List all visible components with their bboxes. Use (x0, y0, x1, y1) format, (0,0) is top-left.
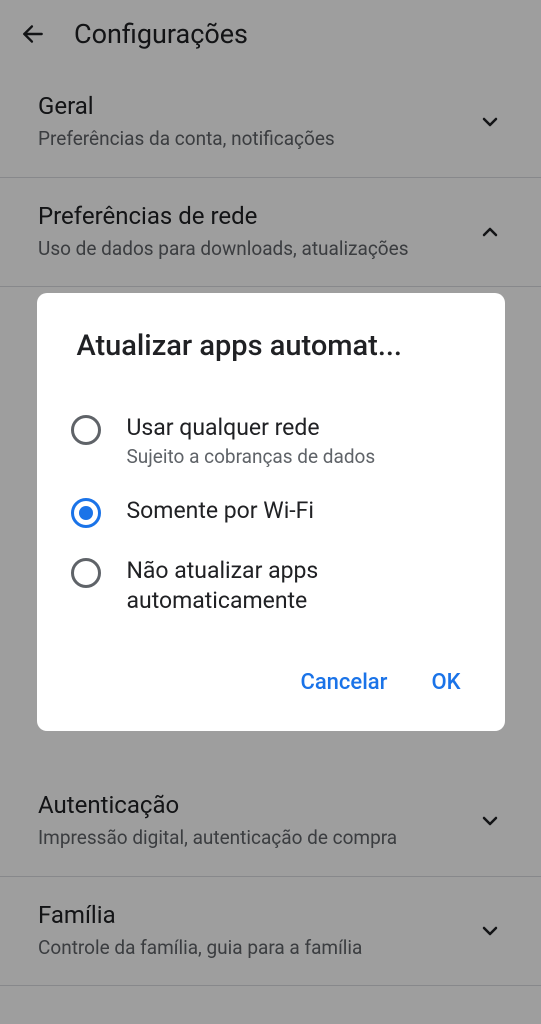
ok-button[interactable]: OK (427, 662, 464, 703)
radio-option-any-network[interactable]: Usar qualquer rede Sujeito a cobranças d… (71, 399, 471, 482)
radio-icon (71, 415, 101, 445)
radio-label: Usar qualquer rede (127, 413, 471, 443)
modal-overlay[interactable]: Atualizar apps automat... Usar qualquer … (0, 0, 541, 1024)
radio-sublabel: Sujeito a cobranças de dados (127, 445, 471, 468)
radio-option-dont-update[interactable]: Não atualizar apps automaticamente (71, 542, 471, 630)
radio-dot (79, 506, 93, 520)
radio-option-wifi-only[interactable]: Somente por Wi-Fi (71, 482, 471, 542)
radio-icon (71, 558, 101, 588)
auto-update-dialog: Atualizar apps automat... Usar qualquer … (37, 293, 505, 731)
radio-label: Não atualizar apps automaticamente (127, 556, 471, 616)
radio-icon-selected (71, 498, 101, 528)
dialog-title: Atualizar apps automat... (37, 329, 505, 363)
radio-label: Somente por Wi-Fi (127, 496, 471, 526)
radio-group: Usar qualquer rede Sujeito a cobranças d… (37, 399, 505, 630)
cancel-button[interactable]: Cancelar (296, 662, 391, 703)
dialog-actions: Cancelar OK (37, 638, 505, 707)
